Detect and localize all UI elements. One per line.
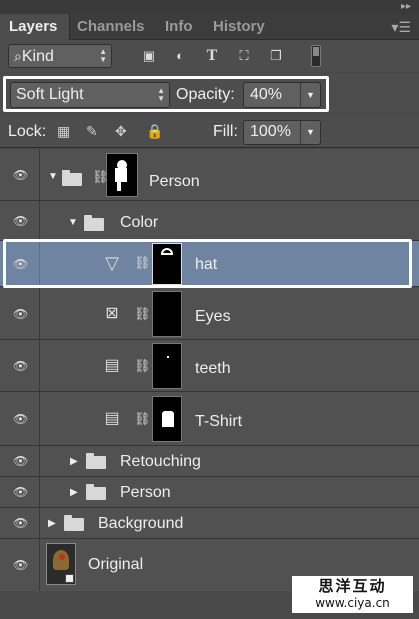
link-chain-icon[interactable]: ⛓ (134, 306, 151, 322)
folder-icon (84, 215, 104, 231)
layer-mask-thumbnail[interactable] (152, 291, 182, 337)
layer-name: Background (98, 515, 184, 532)
folder-icon (86, 484, 106, 500)
layer-name: Color (120, 214, 159, 231)
watermark-url: www.ciya.cn (315, 596, 390, 610)
collapse-panel-icon[interactable]: ▸▸ (401, 1, 411, 12)
folder-icon (62, 170, 82, 186)
visibility-toggle[interactable]: 👁 (0, 201, 40, 240)
lock-all-padlock-icon[interactable]: 🔒 (146, 123, 163, 140)
layer-name: Retouching (120, 453, 201, 470)
smart-object-filter-icon[interactable]: ❐ (267, 48, 285, 64)
expand-triangle-icon[interactable]: ▶ (70, 487, 78, 498)
folder-icon (64, 515, 84, 531)
selected-layer-highlight (3, 239, 412, 288)
tab-channels[interactable]: Channels (77, 14, 145, 40)
layer-name: Eyes (195, 308, 231, 325)
link-chain-icon[interactable]: ⛓ (134, 411, 151, 427)
layer-name: Original (88, 556, 144, 573)
visibility-toggle[interactable]: 👁 (0, 477, 40, 507)
eye-icon: 👁 (13, 454, 29, 468)
eye-icon: 👁 (13, 167, 29, 182)
layer-row-color-group[interactable]: 👁 ▼ Color (0, 201, 419, 241)
eye-icon: 👁 (13, 411, 29, 426)
fill-label: Fill: (213, 123, 238, 140)
eye-icon: 👁 (13, 485, 29, 499)
lock-label: Lock: (8, 123, 47, 140)
filter-kind-select[interactable]: ⌕Kind ▲ ▼ (8, 44, 112, 68)
filter-toggle-switch[interactable] (311, 45, 321, 67)
expand-triangle-icon[interactable]: ▶ (48, 518, 56, 529)
blend-mode-highlight (3, 76, 329, 112)
lock-position-move-icon[interactable]: ✥ (115, 123, 127, 140)
lock-image-brush-icon[interactable]: ✎ (86, 123, 98, 140)
panel-menu-icon[interactable]: ▾☰ (391, 19, 411, 36)
layer-name: Person (149, 173, 200, 190)
layer-mask-thumbnail[interactable] (152, 343, 182, 389)
filter-kind-label: Kind (21, 48, 54, 65)
visibility-toggle[interactable]: 👁 (0, 508, 40, 538)
layer-name: Person (120, 484, 171, 501)
layer-mask-thumbnail[interactable] (152, 396, 182, 442)
eye-icon: 👁 (13, 516, 29, 530)
layer-row-eyes[interactable]: 👁 ⊠ ⛓ Eyes (0, 288, 419, 340)
layer-row-t-shirt[interactable]: 👁 ▤ ⛓ T-Shirt (0, 392, 419, 446)
visibility-toggle[interactable]: 👁 (0, 446, 40, 476)
eye-icon: 👁 (13, 306, 29, 321)
visibility-toggle[interactable]: 👁 (0, 340, 40, 391)
fill-value: 100% (250, 123, 291, 140)
fill-dropdown-icon[interactable]: ▼ (300, 121, 320, 144)
eye-icon: 👁 (13, 558, 29, 572)
levels-adjustment-icon: ▤ (104, 410, 120, 427)
eye-icon: 👁 (13, 213, 29, 228)
layer-row-teeth[interactable]: 👁 ▤ ⛓ teeth (0, 340, 419, 392)
link-chain-icon[interactable]: ⛓ (134, 358, 151, 374)
expand-triangle-icon[interactable]: ▶ (70, 456, 78, 467)
shape-filter-icon[interactable]: ⛶ (235, 48, 253, 64)
layer-row-person-group[interactable]: 👁 ▼ ⛓ Person (0, 149, 419, 201)
smart-object-badge-icon (65, 574, 74, 583)
site-watermark: 思洋互动 www.ciya.cn (292, 576, 413, 613)
layer-row-retouching-group[interactable]: 👁 ▶ Retouching (0, 446, 419, 477)
expand-triangle-icon[interactable]: ▼ (68, 217, 78, 228)
panel-tab-bar: Layers Channels Info History ▾☰ (0, 14, 419, 40)
fill-field[interactable]: 100% ▼ (243, 120, 321, 145)
layer-mask-thumbnail[interactable] (106, 153, 138, 197)
visibility-toggle[interactable]: 👁 (0, 149, 40, 200)
layer-row-background-group[interactable]: 👁 ▶ Background (0, 508, 419, 539)
layer-image-thumbnail[interactable] (46, 543, 76, 585)
levels-adjustment-icon: ▤ (104, 357, 120, 374)
pixel-filter-icon[interactable]: ▣ (140, 48, 158, 64)
tab-history[interactable]: History (213, 14, 265, 40)
filter-row: ⌕Kind ▲ ▼ ▣ ◐ T ⛶ ❐ (0, 40, 419, 72)
eye-icon: 👁 (13, 358, 29, 373)
folder-icon (86, 453, 106, 469)
layer-row-person-subgroup[interactable]: 👁 ▶ Person (0, 477, 419, 508)
watermark-title: 思洋互动 (318, 577, 387, 595)
layer-name: T-Shirt (195, 413, 243, 430)
panel-top-strip: ▸▸ (0, 0, 419, 14)
lock-row: Lock: ▦ ✎ ✥ 🔒 Fill: 100% ▼ (0, 116, 419, 148)
lock-transparent-icon[interactable]: ▦ (57, 123, 70, 140)
visibility-toggle[interactable]: 👁 (0, 392, 40, 445)
updown-arrows-icon: ▲ ▼ (99, 47, 107, 64)
layer-name: teeth (195, 360, 231, 377)
adjustment-filter-icon[interactable]: ◐ (171, 48, 189, 64)
search-icon: ⌕ (14, 48, 22, 64)
tab-info[interactable]: Info (165, 14, 193, 40)
tab-layers[interactable]: Layers (0, 14, 70, 40)
visibility-toggle[interactable]: 👁 (0, 539, 40, 591)
expand-triangle-icon[interactable]: ▼ (48, 171, 58, 182)
channel-mixer-adjustment-icon: ⊠ (105, 305, 119, 322)
visibility-toggle[interactable]: 👁 (0, 288, 40, 339)
type-filter-icon[interactable]: T (203, 48, 221, 64)
